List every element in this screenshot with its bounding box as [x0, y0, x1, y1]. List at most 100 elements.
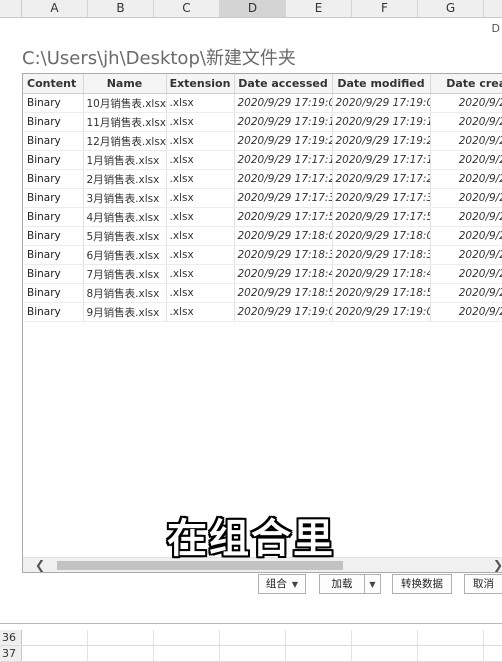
cell-name: 6月销售表.xlsx: [83, 245, 167, 265]
cell-date-modified: 2020/9/29 17:19:01: [332, 302, 431, 322]
row-number[interactable]: 37: [0, 646, 22, 661]
cell-date-accessed: 2020/9/29 17:17:30: [234, 188, 333, 208]
cell-name: 7月销售表.xlsx: [83, 264, 167, 284]
cell-content[interactable]: Binary: [23, 169, 84, 189]
cell-date-modified: 2020/9/29 17:18:52: [332, 283, 431, 303]
table-row[interactable]: Binary 1月销售表.xlsx .xlsx 2020/9/29 17:17:14 2…: [23, 150, 502, 170]
cell-date-modified: 2020/9/29 17:17:22: [332, 169, 431, 189]
column-header-c[interactable]: C: [154, 0, 220, 17]
cell-date-accessed: 2020/9/29 17:19:17: [234, 112, 333, 132]
cell-extension: .xlsx: [166, 207, 235, 227]
cell-extension: .xlsx: [166, 264, 235, 284]
cell-date-created: 2020/9/29 14:4: [430, 226, 502, 246]
table-row[interactable]: Binary 4月销售表.xlsx .xlsx 2020/9/29 17:17:53 2…: [23, 207, 502, 227]
table-row[interactable]: Binary 10月销售表.xlsx .xlsx 2020/9/29 17:19:09…: [23, 93, 502, 113]
chevron-down-icon: ▼: [291, 580, 299, 589]
column-header-a[interactable]: A: [22, 0, 88, 17]
cell-name: 9月销售表.xlsx: [83, 302, 167, 322]
cell-content[interactable]: Binary: [23, 207, 84, 227]
cell-name: 2月销售表.xlsx: [83, 169, 167, 189]
chevron-down-icon: ▼: [369, 580, 376, 589]
column-header-b[interactable]: B: [88, 0, 154, 17]
file-table: Content Name Extension Date accessed Dat…: [23, 74, 502, 322]
cell-date-accessed: 2020/9/29 17:17:22: [234, 169, 333, 189]
table-row[interactable]: Binary 3月销售表.xlsx .xlsx 2020/9/29 17:17:30 2…: [23, 188, 502, 208]
column-header-f[interactable]: F: [352, 0, 418, 17]
column-content[interactable]: Content: [23, 74, 84, 94]
cell-content[interactable]: Binary: [23, 264, 84, 284]
table-row[interactable]: Binary 5月销售表.xlsx .xlsx 2020/9/29 17:18:07 2…: [23, 226, 502, 246]
cell-date-created: 2020/9/29 15:0: [430, 131, 502, 151]
cell-content[interactable]: Binary: [23, 283, 84, 303]
column-header-d[interactable]: D: [220, 0, 286, 17]
table-row[interactable]: Binary 8月销售表.xlsx .xlsx 2020/9/29 17:18:52 2…: [23, 283, 502, 303]
excel-row-36[interactable]: 36: [0, 630, 502, 646]
column-header-g[interactable]: G: [418, 0, 484, 17]
table-row[interactable]: Binary 6月销售表.xlsx .xlsx 2020/9/29 17:18:31 2…: [23, 245, 502, 265]
column-name[interactable]: Name: [83, 74, 167, 94]
cell-date-accessed: 2020/9/29 17:18:52: [234, 283, 333, 303]
column-header-e[interactable]: E: [286, 0, 352, 17]
table-row[interactable]: Binary 12月销售表.xlsx .xlsx 2020/9/29 17:19:29…: [23, 131, 502, 151]
cell-content[interactable]: Binary: [23, 302, 84, 322]
table-header-row: Content Name Extension Date accessed Dat…: [23, 74, 502, 94]
cell-content[interactable]: Binary: [23, 226, 84, 246]
table-row[interactable]: Binary 9月销售表.xlsx .xlsx 2020/9/29 17:19:01 2…: [23, 302, 502, 322]
file-list-grid: Content Name Extension Date accessed Dat…: [22, 73, 502, 573]
combine-dropdown-button[interactable]: 组合 ▼: [258, 574, 306, 594]
row-number[interactable]: 36: [0, 630, 22, 645]
select-all-corner[interactable]: [0, 0, 22, 17]
table-row[interactable]: Binary 7月销售表.xlsx .xlsx 2020/9/29 17:18:40 2…: [23, 264, 502, 284]
load-button[interactable]: 加载: [319, 574, 365, 594]
cancel-button-label: 取消: [473, 578, 494, 590]
cell-date-created: 2020/9/29 14:5: [430, 302, 502, 322]
cell-extension: .xlsx: [166, 283, 235, 303]
cell-name: 1月销售表.xlsx: [83, 150, 167, 170]
cell-extension: .xlsx: [166, 131, 235, 151]
column-date-created[interactable]: Date created: [430, 74, 502, 94]
cell-date-accessed: 2020/9/29 17:19:29: [234, 131, 333, 151]
cell-date-created: 2020/9/29 14:4: [430, 188, 502, 208]
cell-date-modified: 2020/9/29 17:19:29: [332, 131, 431, 151]
cell-date-created: 2020/9/29 15:0: [430, 112, 502, 132]
cell-name: 4月销售表.xlsx: [83, 207, 167, 227]
cell-date-created: 2020/9/29 14:4: [430, 245, 502, 265]
cell-date-modified: 2020/9/29 17:17:14: [332, 150, 431, 170]
folder-preview-dialog: D C:\Users\jh\Desktop\新建文件夹 Content Name…: [0, 18, 502, 624]
cell-date-modified: 2020/9/29 17:18:07: [332, 226, 431, 246]
folder-path-title: C:\Users\jh\Desktop\新建文件夹: [22, 48, 296, 69]
cell-date-modified: 2020/9/29 17:17:30: [332, 188, 431, 208]
cell-date-accessed: 2020/9/29 17:17:14: [234, 150, 333, 170]
cell-content[interactable]: Binary: [23, 112, 84, 132]
cell-date-created: 2020/9/29 14:4: [430, 207, 502, 227]
cell-date-created: 2020/9/29 14:4: [430, 264, 502, 284]
excel-column-header: A B C D E F G: [0, 0, 502, 18]
load-dropdown-toggle[interactable]: ▼: [364, 574, 381, 594]
cell-date-created: 2020/9/29 15:0: [430, 93, 502, 113]
cell-extension: .xlsx: [166, 150, 235, 170]
cell-content[interactable]: Binary: [23, 150, 84, 170]
cell-content[interactable]: Binary: [23, 131, 84, 151]
cell-extension: .xlsx: [166, 112, 235, 132]
table-row[interactable]: Binary 2月销售表.xlsx .xlsx 2020/9/29 17:17:22 2…: [23, 169, 502, 189]
cell-date-accessed: 2020/9/29 17:18:07: [234, 226, 333, 246]
cell-content[interactable]: Binary: [23, 188, 84, 208]
excel-row-37[interactable]: 37: [0, 646, 502, 662]
load-button-label: 加载: [331, 578, 353, 590]
column-date-accessed[interactable]: Date accessed: [234, 74, 333, 94]
cell-extension: .xlsx: [166, 169, 235, 189]
cell-extension: .xlsx: [166, 245, 235, 265]
cell-date-modified: 2020/9/29 17:19:09: [332, 93, 431, 113]
cell-date-created: 2020/9/29 14:4: [430, 150, 502, 170]
cell-date-created: 2020/9/29 14:4: [430, 169, 502, 189]
cell-content[interactable]: Binary: [23, 93, 84, 113]
cell-date-modified: 2020/9/29 17:18:40: [332, 264, 431, 284]
table-row[interactable]: Binary 11月销售表.xlsx .xlsx 2020/9/29 17:19:17…: [23, 112, 502, 132]
transform-data-button[interactable]: 转换数据: [392, 574, 452, 594]
cancel-button[interactable]: 取消: [464, 574, 502, 594]
column-extension[interactable]: Extension: [166, 74, 235, 94]
cell-content[interactable]: Binary: [23, 245, 84, 265]
cell-name: 3月销售表.xlsx: [83, 188, 167, 208]
cell-extension: .xlsx: [166, 226, 235, 246]
column-date-modified[interactable]: Date modified: [332, 74, 431, 94]
